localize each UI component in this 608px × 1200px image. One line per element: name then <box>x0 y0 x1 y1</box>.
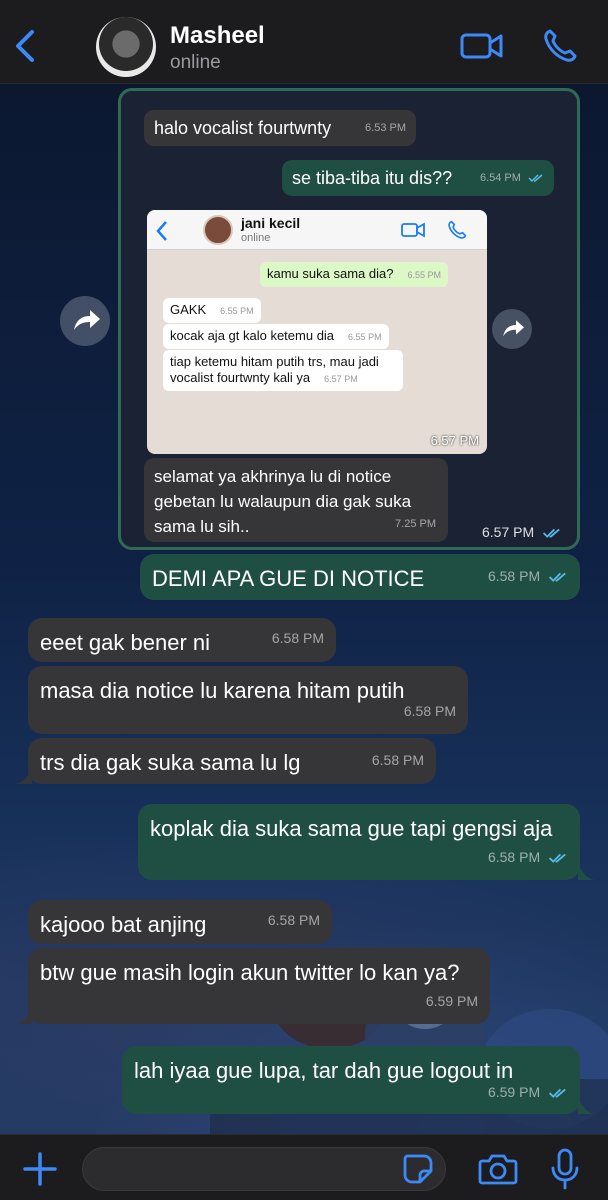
message-text: kajooo bat anjing <box>40 912 207 937</box>
read-ticks-icon <box>548 572 566 582</box>
screenshot-contact-name: jani kecil <box>241 215 301 231</box>
message-time: 6.59 PM <box>425 993 478 1009</box>
screenshot-contact-status: online <box>241 232 271 244</box>
message-time: 6.58 PM <box>267 912 320 928</box>
bubble-tail <box>16 1008 32 1024</box>
message-text: eeet gak bener ni <box>40 630 211 655</box>
message-time: 6.59 PM <box>488 1078 568 1107</box>
contact-name[interactable]: Masheel <box>170 22 265 50</box>
phone-icon <box>448 220 467 239</box>
message-time: 6.58 PM <box>403 703 456 719</box>
message-time: 6.54 PM <box>480 166 544 190</box>
read-ticks-icon <box>528 174 543 183</box>
forwarded-screenshot[interactable]: jani kecil online kamu suka sama dia? 6.5… <box>147 210 487 454</box>
phone-icon[interactable] <box>542 28 578 64</box>
read-ticks-icon <box>548 1088 566 1098</box>
outgoing-message-bubble[interactable]: lah iyaa gue lupa, tar dah gue logout in… <box>122 1046 580 1114</box>
screenshot-message: tiap ketemu hitam putih trs, mau jadi vo… <box>163 350 403 391</box>
contact-status: online <box>170 52 221 73</box>
incoming-message-bubble[interactable]: eeet gak bener ni 6.58 PM <box>28 618 336 662</box>
sticker-icon[interactable] <box>402 1153 434 1185</box>
screenshot-header: jani kecil online <box>147 210 487 250</box>
screenshot-message: kocak aja gt kalo ketemu dia 6.55 PM <box>163 324 389 349</box>
microphone-icon[interactable] <box>550 1147 580 1191</box>
forward-arrow-icon <box>503 320 524 337</box>
avatar[interactable] <box>96 17 156 77</box>
avatar <box>203 215 233 245</box>
bubble-tail <box>16 768 32 784</box>
message-text: btw gue masih login akun twitter lo kan … <box>40 960 460 985</box>
message-text: masa dia notice lu karena hitam putih <box>40 678 405 703</box>
message-time: 6.57 PM <box>482 524 562 540</box>
message-text: halo vocalist fourtwnty <box>154 118 332 138</box>
camera-icon[interactable] <box>478 1151 518 1187</box>
message-text: lah iyaa gue lupa, tar dah gue logout in <box>134 1058 514 1083</box>
message-time: 6.58 PM <box>371 752 424 768</box>
incoming-message-bubble[interactable]: masa dia notice lu karena hitam putih 6.… <box>28 666 468 734</box>
incoming-message-bubble[interactable]: trs dia gak suka sama lu lg 6.58 PM <box>28 738 436 784</box>
message-time: 6.53 PM <box>365 122 406 134</box>
forwarded-incoming-bubble[interactable]: halo vocalist fourtwnty 6.53 PM <box>144 110 416 146</box>
incoming-message-bubble[interactable]: btw gue masih login akun twitter lo kan … <box>28 948 490 1024</box>
forward-button[interactable] <box>60 296 110 346</box>
read-ticks-icon <box>548 853 566 863</box>
chat-area[interactable]: halo vocalist fourtwnty 6.53 PM se tiba-… <box>0 84 608 1134</box>
incoming-message-bubble[interactable]: kajooo bat anjing 6.58 PM <box>28 900 332 944</box>
read-ticks-icon <box>542 528 560 538</box>
plus-icon[interactable] <box>20 1149 60 1189</box>
message-text: se tiba-tiba itu dis?? <box>292 168 453 188</box>
chat-header: Masheel online <box>0 0 608 84</box>
message-text: selamat ya akhrinya lu di notice gebetan… <box>154 467 412 536</box>
chevron-left-icon[interactable] <box>10 26 42 66</box>
composer-bar <box>0 1134 608 1200</box>
message-time: 7.25 PM <box>395 518 436 530</box>
video-camera-icon <box>401 222 425 238</box>
outgoing-message-bubble[interactable]: DEMI APA GUE DI NOTICE 6.58 PM <box>140 554 580 600</box>
forwarded-caption-bubble[interactable]: selamat ya akhrinya lu di notice gebetan… <box>144 458 448 542</box>
message-text: DEMI APA GUE DI NOTICE <box>152 566 425 591</box>
message-time: 6.58 PM <box>271 630 324 646</box>
forwarded-outgoing-bubble[interactable]: se tiba-tiba itu dis?? 6.54 PM <box>282 160 554 196</box>
chevron-left-icon <box>156 221 167 241</box>
message-text: koplak dia suka sama gue tapi gengsi aja <box>150 816 553 841</box>
outgoing-message-bubble[interactable]: koplak dia suka sama gue tapi gengsi aja… <box>138 804 580 880</box>
message-time: 6.58 PM <box>488 562 568 591</box>
bubble-tail <box>578 1098 594 1114</box>
message-text: trs dia gak suka sama lu lg <box>40 750 301 775</box>
bubble-tail <box>578 864 594 880</box>
message-input[interactable] <box>82 1147 446 1191</box>
message-time: 6.58 PM <box>488 843 568 872</box>
screenshot-message: kamu suka sama dia? 6.55 PM <box>260 262 448 287</box>
video-camera-icon[interactable] <box>460 30 504 62</box>
forward-arrow-icon <box>74 310 100 330</box>
screenshot-timestamp: 6.57 PM <box>430 433 479 448</box>
screenshot-message: GAKK 6.55 PM <box>163 298 261 323</box>
forward-button[interactable] <box>492 309 532 349</box>
